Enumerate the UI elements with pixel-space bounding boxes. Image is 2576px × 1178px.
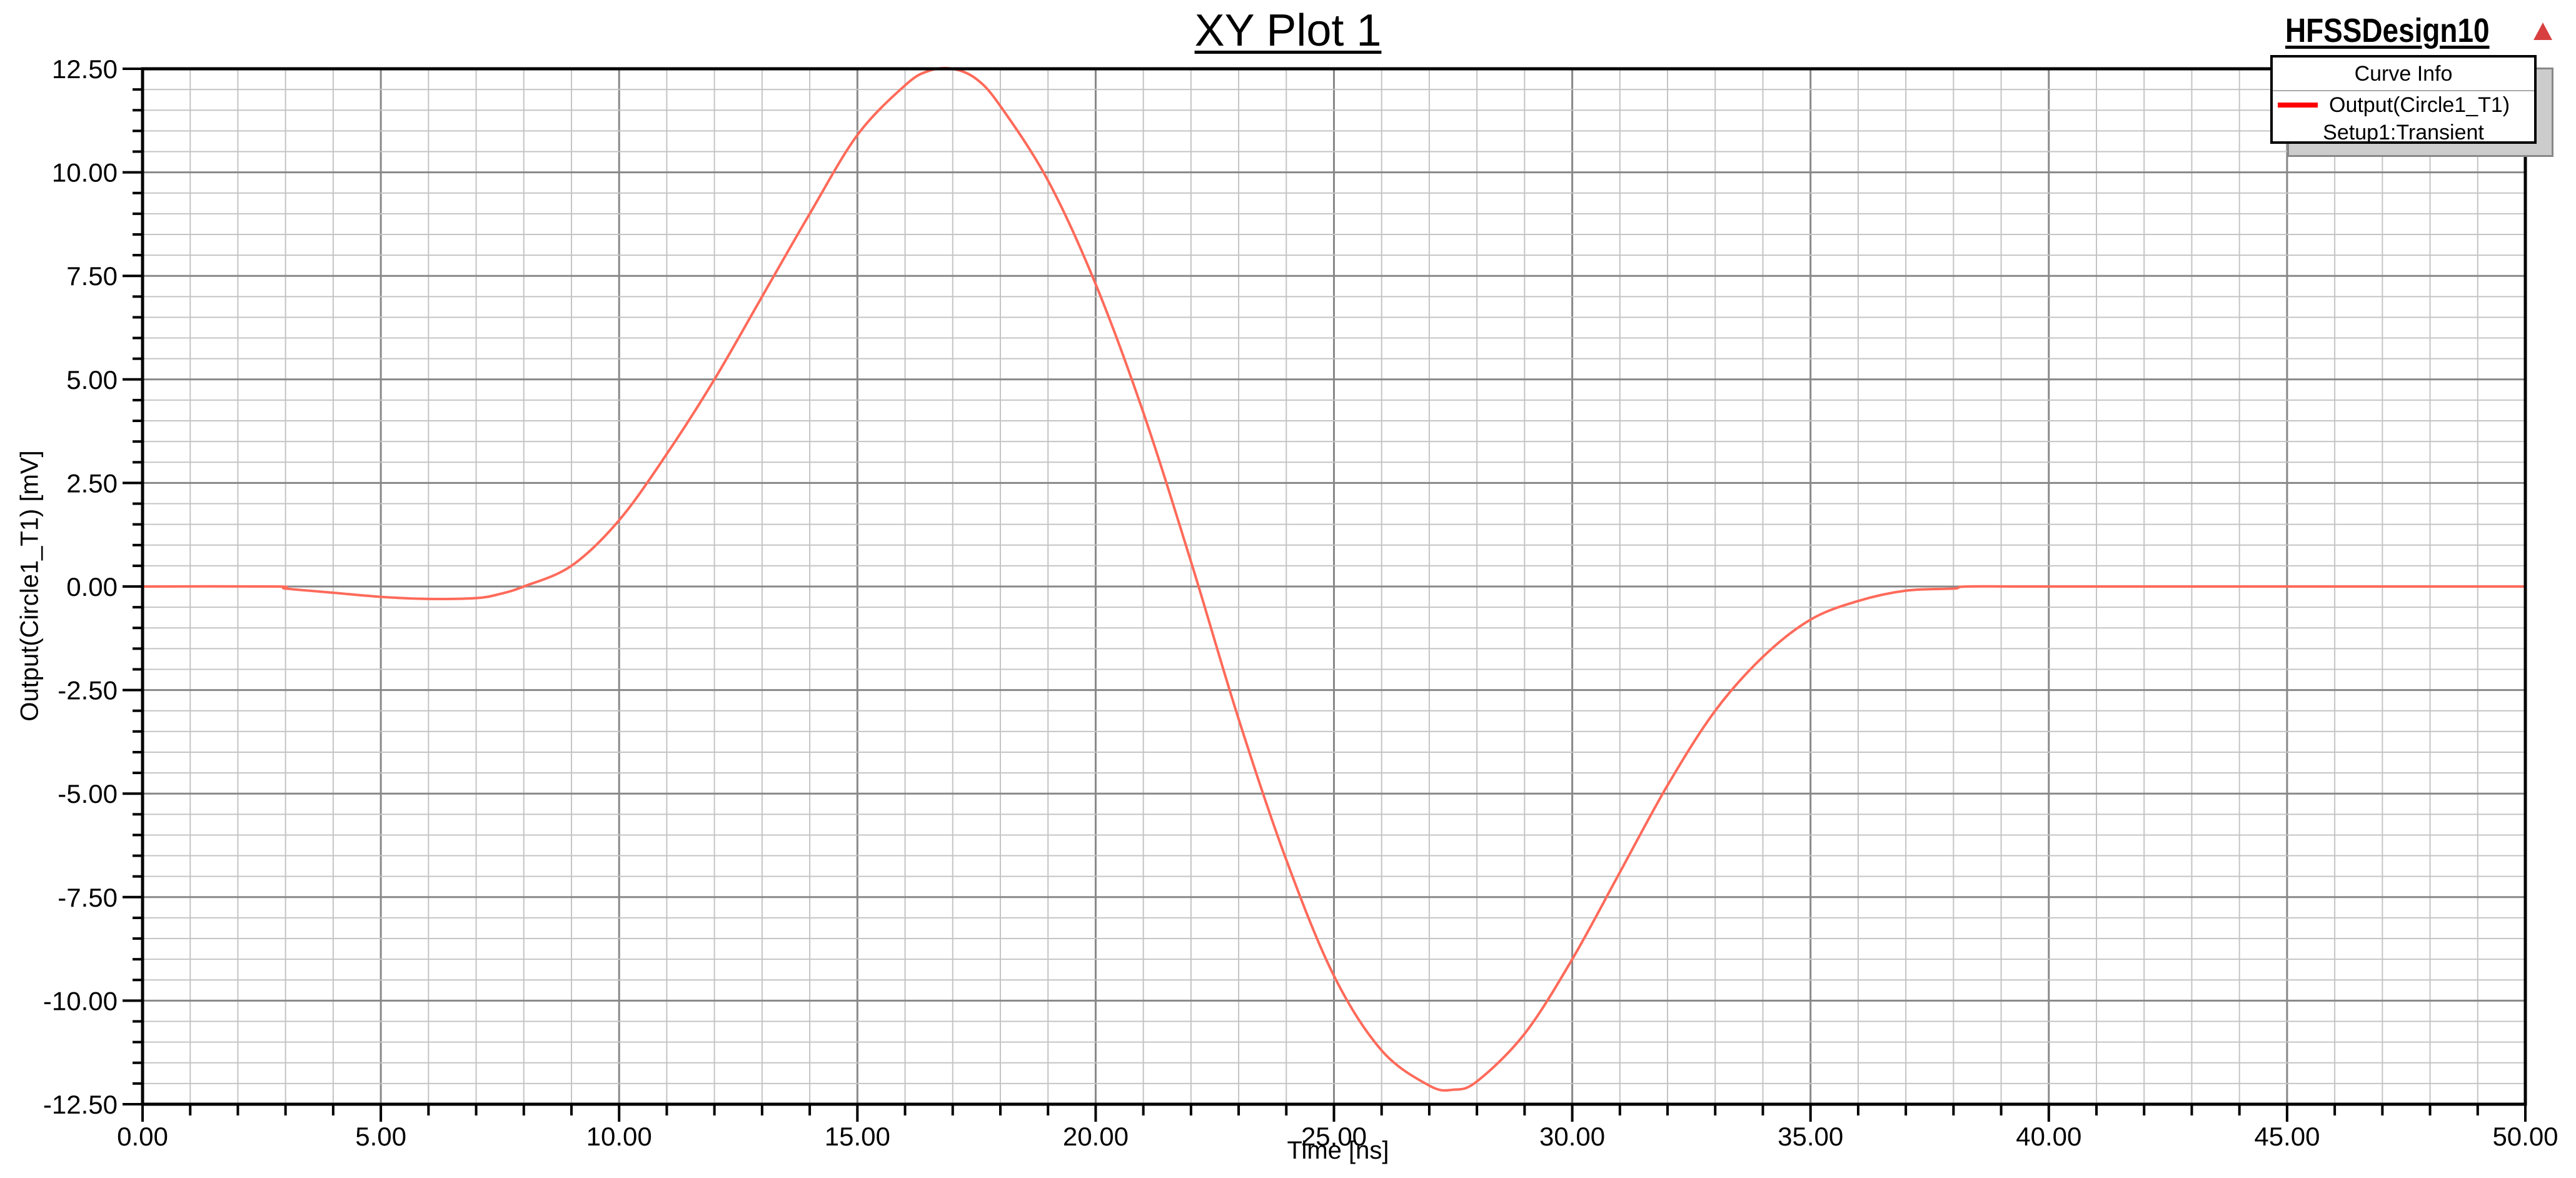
legend-entry-name: Output(Circle1_T1) — [2329, 93, 2510, 117]
y-tick-label: 10.00 — [52, 158, 118, 188]
legend-swatch — [2278, 103, 2318, 108]
y-tick-label: 5.00 — [66, 365, 118, 395]
plot-canvas: 0.00 5.00 10.00 15.00 20.00 25.00 30.00 35.00 40… — [43, 54, 2558, 1151]
y-tick-label: -12.50 — [43, 1090, 118, 1119]
legend-entry-sub: Setup1:Transient — [2323, 121, 2484, 144]
y-tick-label: 7.50 — [66, 261, 118, 291]
legend[interactable]: Curve Info Output(Circle1_T1) Setup1:Tra… — [2270, 55, 2537, 144]
y-tick-label: -2.50 — [58, 676, 118, 705]
legend-entry[interactable]: Output(Circle1_T1) — [2273, 91, 2534, 119]
legend-title: Curve Info — [2273, 58, 2534, 91]
y-tick-label: -5.00 — [58, 779, 118, 808]
y-tick-label: -10.00 — [43, 986, 118, 1015]
chart-title: XY Plot 1 — [1194, 6, 1382, 56]
y-tick-label: 12.50 — [52, 54, 118, 84]
design-name[interactable]: HFSSDesign10 — [2285, 11, 2490, 50]
axis-ticks — [123, 68, 2527, 1122]
y-tick-label: -7.50 — [58, 883, 118, 912]
x-axis-label: Time [ns] — [1287, 1137, 1389, 1164]
tick-labels: 0.00 5.00 10.00 15.00 20.00 25.00 30.00 35.00 40… — [43, 54, 2558, 1151]
y-tick-label: 2.50 — [66, 468, 118, 498]
warning-triangle-icon[interactable] — [2533, 23, 2552, 40]
y-axis-label: Output(Circle1_T1) [mV] — [16, 450, 44, 722]
y-tick-label: 0.00 — [66, 572, 118, 602]
